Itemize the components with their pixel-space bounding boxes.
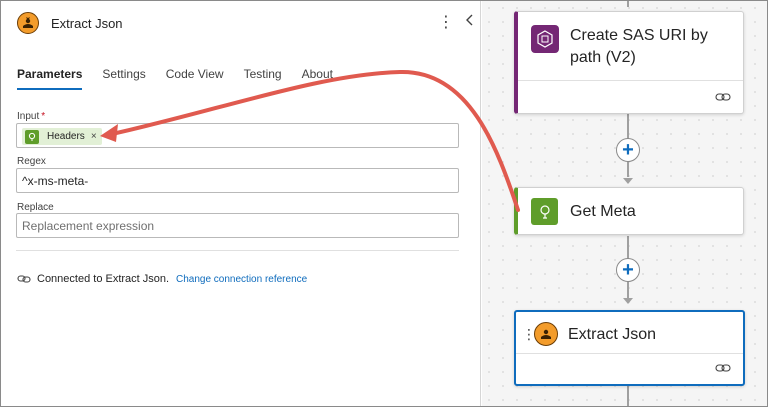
- add-step-button[interactable]: +: [616, 258, 640, 282]
- blob-storage-icon: [531, 25, 559, 53]
- section-divider: [16, 250, 459, 251]
- compose-icon: [25, 129, 39, 144]
- tab-settings[interactable]: Settings: [102, 67, 145, 89]
- collapse-panel-icon[interactable]: [462, 13, 478, 33]
- headers-token[interactable]: Headers ×: [22, 128, 102, 145]
- connection-link-icon: [17, 275, 31, 283]
- input-label: Input *: [17, 111, 45, 122]
- connector-line: [627, 386, 629, 406]
- tab-testing[interactable]: Testing: [244, 67, 282, 89]
- regex-field: [16, 168, 459, 193]
- input-label-text: Input: [17, 111, 40, 122]
- compose-icon: [531, 198, 558, 225]
- card-title: Get Meta: [570, 203, 636, 220]
- required-mark: *: [41, 111, 46, 122]
- connection-link-icon[interactable]: [715, 90, 731, 104]
- connector-arrow: [623, 178, 633, 184]
- replace-label: Replace: [17, 202, 54, 213]
- panel-title: Extract Json: [51, 16, 123, 31]
- regex-input[interactable]: [17, 169, 458, 192]
- token-label: Headers: [47, 131, 85, 142]
- add-step-button[interactable]: +: [616, 138, 640, 162]
- tab-parameters[interactable]: Parameters: [17, 67, 83, 90]
- connection-link-icon[interactable]: [715, 361, 731, 375]
- card-title: Extract Json: [568, 326, 657, 343]
- card-footer: [516, 353, 743, 384]
- custom-connector-icon: [17, 12, 39, 34]
- tab-code-view[interactable]: Code View: [166, 67, 224, 89]
- change-connection-link[interactable]: Change connection reference: [176, 274, 307, 285]
- panel-header: Extract Json ⋮: [1, 1, 481, 45]
- tab-about[interactable]: About: [302, 67, 333, 89]
- connector-line: [627, 1, 629, 7]
- more-options-icon[interactable]: ⋮: [438, 13, 454, 33]
- action-details-panel: Extract Json ⋮ Parameters Settings Code …: [1, 1, 481, 406]
- action-card-create-sas-uri[interactable]: Create SAS URI by path (V2): [514, 11, 744, 114]
- action-card-get-meta[interactable]: Get Meta: [514, 187, 744, 235]
- replace-input[interactable]: [17, 214, 458, 237]
- card-title: Create SAS URI by path (V2): [570, 27, 708, 66]
- connection-status: Connected to Extract Json.: [37, 273, 170, 285]
- connector-arrow: [623, 298, 633, 304]
- card-footer: [518, 80, 743, 113]
- flow-canvas[interactable]: + + Create SAS URI by path (V2) Get Meta…: [482, 1, 767, 406]
- custom-connector-icon: [534, 322, 558, 346]
- panel-tabs: Parameters Settings Code View Testing Ab…: [17, 67, 353, 90]
- action-card-extract-json[interactable]: ⋮ Extract Json: [514, 310, 745, 386]
- input-field[interactable]: Headers ×: [16, 123, 459, 148]
- remove-token-icon[interactable]: ×: [91, 131, 97, 142]
- replace-field: [16, 213, 459, 238]
- regex-label: Regex: [17, 156, 46, 167]
